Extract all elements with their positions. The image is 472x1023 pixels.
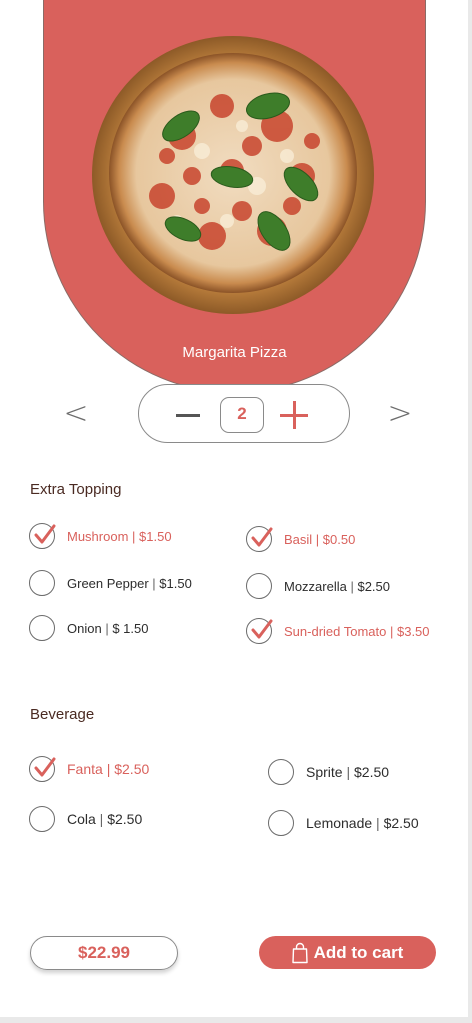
checkmark-icon [251,619,273,639]
checkmark-icon [34,524,56,544]
chevron-right-icon[interactable]: > [385,396,415,432]
beverage-option-cola[interactable]: Cola | $2.50 [29,806,142,832]
extra-topping-title: Extra Topping [30,481,122,498]
checkbox[interactable] [246,618,273,644]
topping-option-mozzarella[interactable]: Mozzarella | $2.50 [246,573,390,599]
option-label: Fanta | $2.50 [67,761,150,777]
beverage-title: Beverage [30,706,95,723]
topping-option-mushroom[interactable]: Mushroom | $1.50 [29,523,172,549]
option-label: Mozzarella | $2.50 [284,578,391,594]
checkbox[interactable] [268,810,294,836]
option-label: Green Pepper | $1.50 [67,575,192,591]
option-label: Basil | $0.50 [284,531,356,547]
shopping-bag-icon [291,942,308,963]
checkbox[interactable] [29,806,55,832]
product-title: Margarita Pizza [182,344,287,361]
option-label: Cola | $2.50 [67,811,143,827]
beverage-option-fanta[interactable]: Fanta | $2.50 [29,756,149,782]
checkbox[interactable] [29,523,56,549]
checkbox[interactable] [29,570,55,596]
total-price: $22.99 [30,936,178,970]
plus-icon[interactable] [280,401,308,429]
minus-icon[interactable] [176,414,200,417]
chevron-left-icon[interactable]: < [61,396,91,432]
quantity-value: 2 [220,397,264,433]
beverage-option-sprite[interactable]: Sprite | $2.50 [268,759,389,785]
option-label: Lemonade | $2.50 [306,815,419,831]
frame-edge [468,0,472,1023]
beverage-option-lemonade[interactable]: Lemonade | $2.50 [268,810,419,836]
topping-option-onion[interactable]: Onion | $ 1.50 [29,615,148,641]
topping-option-basil[interactable]: Basil | $0.50 [246,526,355,552]
checkmark-icon [34,757,56,777]
checkbox[interactable] [29,756,56,782]
checkbox[interactable] [268,759,294,785]
checkbox[interactable] [29,615,55,641]
topping-option-green-pepper[interactable]: Green Pepper | $1.50 [29,570,192,596]
add-to-cart-label: Add to cart [313,942,404,962]
product-page: Margarita Pizza < > 2 Extra Topping Mush… [0,0,472,1023]
checkbox[interactable] [246,526,273,552]
option-label: Sprite | $2.50 [306,764,390,780]
option-label: Onion | $ 1.50 [67,620,149,636]
topping-option-sun-dried-tomato[interactable]: Sun-dried Tomato | $3.50 [246,618,430,644]
option-label: Sun-dried Tomato | $3.50 [284,623,430,639]
checkbox[interactable] [246,573,272,599]
checkmark-icon [251,527,273,547]
pizza-image [92,36,374,314]
option-label: Mushroom | $1.50 [67,528,172,544]
frame-edge [0,1017,472,1023]
add-to-cart-button[interactable]: Add to cart [259,936,436,969]
